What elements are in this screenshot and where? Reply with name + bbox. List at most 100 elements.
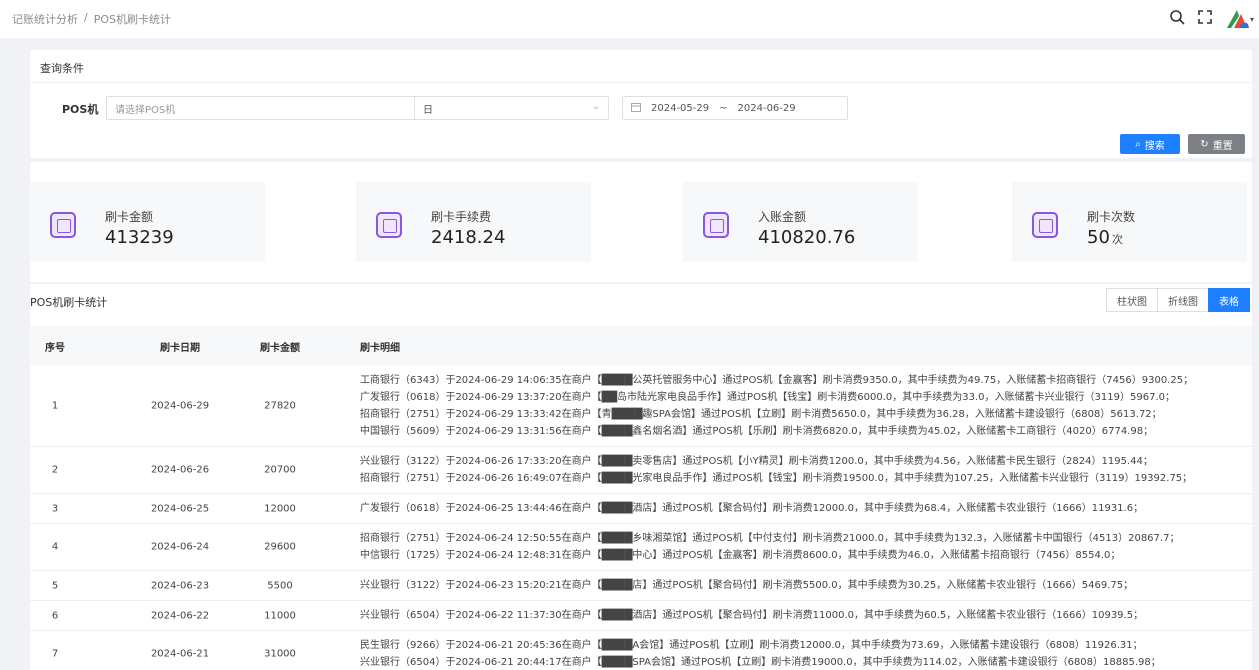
table-row: 3 2024-06-25 12000 广发银行（0618）于2024-06-25 13… xyxy=(30,494,1252,524)
reset-button[interactable]: ↻ 重置 xyxy=(1188,134,1245,154)
detail-line: 中信银行（1725）于2024-06-24 12:48:31在商户【████中心… xyxy=(360,550,1121,561)
detail-line: 招商银行（2751）于2024-06-29 13:33:42在商户【青████趣… xyxy=(360,409,1162,420)
search-icon[interactable] xyxy=(1169,9,1185,29)
card-swipe-icon xyxy=(1032,212,1058,238)
table-header: 序号 刷卡日期 刷卡金额 刷卡明细 xyxy=(30,326,1252,366)
row-index: 2 xyxy=(51,464,59,476)
header-amount: 刷卡金额 xyxy=(260,342,300,354)
view-tabs: 柱状图 折线图 表格 xyxy=(1106,288,1250,312)
stat-card-amount: 刷卡金额 413239 xyxy=(30,182,265,262)
calendar-icon xyxy=(631,102,641,115)
stat-card-count: 刷卡次数 50 次 xyxy=(1012,182,1247,262)
tab-bar-chart[interactable]: 柱状图 xyxy=(1106,288,1158,312)
search-button[interactable]: ⌕ 搜索 xyxy=(1120,134,1180,154)
stat-value: 413239 xyxy=(105,227,176,248)
breadcrumb: 记账统计分析 / POS机刷卡统计 xyxy=(12,11,171,27)
stat-unit: 次 xyxy=(1111,233,1123,246)
tab-line-chart[interactable]: 折线图 xyxy=(1157,288,1209,312)
card-swipe-icon xyxy=(50,212,76,238)
row-amount: 27820 xyxy=(264,400,296,412)
row-amount: 29600 xyxy=(264,541,296,553)
search-icon: ⌕ xyxy=(1135,138,1141,150)
pos-select-placeholder: 请选择POS机 xyxy=(115,104,176,116)
row-amount: 20700 xyxy=(264,464,296,476)
row-amount: 11000 xyxy=(264,610,296,621)
reset-button-label: 重置 xyxy=(1212,140,1233,152)
table-title: POS机刷卡统计 xyxy=(30,296,108,309)
row-index: 4 xyxy=(51,541,59,553)
user-avatar-logo-icon[interactable]: ▾ xyxy=(1225,8,1254,30)
stat-value: 50 次 xyxy=(1087,227,1123,248)
stat-number: 2418.24 xyxy=(431,227,506,248)
detail-line: 中国银行（5609）于2024-06-29 13:31:56在商户【████鑫名… xyxy=(360,426,1154,437)
divider xyxy=(30,82,1252,83)
period-select-value: 日 xyxy=(423,104,433,116)
pos-filter-label: POS机 xyxy=(62,103,99,116)
detail-line: 兴业银行（6504）于2024-06-21 20:44:17在商户【████SP… xyxy=(360,657,1161,668)
refresh-icon: ↻ xyxy=(1200,138,1209,150)
card-swipe-icon xyxy=(376,212,402,238)
detail-line: 招商银行（2751）于2024-06-26 16:49:07在商户【████光家… xyxy=(360,473,1193,484)
detail-line: 兴业银行（6504）于2024-06-22 11:37:30在商户【████酒店… xyxy=(360,610,1144,621)
search-button-label: 搜索 xyxy=(1144,140,1165,152)
row-index: 7 xyxy=(51,648,59,660)
fullscreen-icon[interactable] xyxy=(1197,9,1213,29)
chevron-down-icon: ⌄ xyxy=(591,101,600,112)
table-row: 2 2024-06-26 20700 兴业银行（3122）于2024-06-26 17… xyxy=(30,447,1252,494)
date-start[interactable]: 2024-05-29 xyxy=(651,103,709,114)
detail-line: 兴业银行（3122）于2024-06-23 15:20:21在商户【████店】… xyxy=(360,580,1134,591)
stats-panel: 刷卡金额 413239 刷卡手续费 2418.24 入账金额 410820.76… xyxy=(30,162,1252,282)
row-amount: 5500 xyxy=(267,580,293,591)
table-panel: POS机刷卡统计 柱状图 折线图 表格 序号 刷卡日期 刷卡金额 刷卡明细 12… xyxy=(30,284,1252,670)
breadcrumb-current: POS机刷卡统计 xyxy=(93,13,171,26)
row-detail: 兴业银行（3122）于2024-06-26 17:33:20在商户【████卖零… xyxy=(360,447,1250,493)
header-detail: 刷卡明细 xyxy=(360,342,400,354)
stat-card-fee: 刷卡手续费 2418.24 xyxy=(356,182,591,262)
stat-number: 413239 xyxy=(105,227,174,248)
stat-number: 410820.76 xyxy=(758,227,856,248)
date-range-separator: ~ xyxy=(719,102,728,114)
stat-card-income: 入账金额 410820.76 xyxy=(683,182,918,262)
row-index: 3 xyxy=(51,503,59,514)
card-swipe-icon xyxy=(703,212,729,238)
svg-text:▾: ▾ xyxy=(1250,15,1254,24)
row-detail: 民生银行（9266）于2024-06-21 20:45:36在商户【████A会… xyxy=(360,631,1250,670)
row-index: 6 xyxy=(51,610,59,621)
query-panel-title: 查询条件 xyxy=(40,62,84,75)
detail-line: 广发银行（0618）于2024-06-29 13:37:20在商户【██岛市陆光… xyxy=(360,392,1175,403)
table-row: 7 2024-06-21 31000 民生银行（9266）于2024-06-21 20… xyxy=(30,631,1252,670)
row-amount: 12000 xyxy=(264,503,296,514)
stat-label: 刷卡次数 xyxy=(1087,210,1136,224)
table-body: 1 2024-06-29 27820 工商银行（6343）于2024-06-29 14… xyxy=(30,366,1252,670)
query-panel: 查询条件 POS机 请选择POS机 ⌄ 日 ⌄ 2024-05-29 ~ 202… xyxy=(30,50,1252,158)
stat-value: 2418.24 xyxy=(431,227,507,248)
row-detail: 广发银行（0618）于2024-06-25 13:44:46在商户【████酒店… xyxy=(360,494,1250,523)
date-end[interactable]: 2024-06-29 xyxy=(738,103,796,114)
breadcrumb-separator: / xyxy=(84,11,88,24)
stat-label: 刷卡金额 xyxy=(105,210,154,224)
row-detail: 兴业银行（6504）于2024-06-22 11:37:30在商户【████酒店… xyxy=(360,601,1250,630)
row-index: 1 xyxy=(51,400,59,412)
header-index: 序号 xyxy=(45,342,65,354)
tab-table[interactable]: 表格 xyxy=(1208,288,1250,312)
period-select[interactable]: 日 ⌄ xyxy=(414,96,609,120)
row-detail: 工商银行（6343）于2024-06-29 14:06:35在商户【████公英… xyxy=(360,366,1250,446)
breadcrumb-parent[interactable]: 记账统计分析 xyxy=(12,11,78,27)
table-row: 5 2024-06-23 5500 兴业银行（3122）于2024-06-23 15:… xyxy=(30,571,1252,601)
row-index: 5 xyxy=(51,580,59,591)
stat-label: 刷卡手续费 xyxy=(431,210,492,224)
pos-select[interactable]: 请选择POS机 ⌄ xyxy=(106,96,431,120)
table-row: 4 2024-06-24 29600 招商银行（2751）于2024-06-24 12… xyxy=(30,524,1252,571)
row-amount: 31000 xyxy=(264,648,296,660)
detail-line: 兴业银行（3122）于2024-06-26 17:33:20在商户【████卖零… xyxy=(360,456,1153,467)
detail-line: 民生银行（9266）于2024-06-21 20:45:36在商户【████A会… xyxy=(360,640,1143,651)
row-detail: 招商银行（2751）于2024-06-24 12:50:55在商户【████乡味… xyxy=(360,524,1250,570)
stat-number: 50 xyxy=(1087,227,1110,248)
table-row: 6 2024-06-22 11000 兴业银行（6504）于2024-06-22 11… xyxy=(30,601,1252,631)
stat-label: 入账金额 xyxy=(758,210,807,224)
detail-line: 招商银行（2751）于2024-06-24 12:50:55在商户【████乡味… xyxy=(360,533,1180,544)
top-bar: 记账统计分析 / POS机刷卡统计 ▾ xyxy=(0,0,1259,38)
date-range-picker[interactable]: 2024-05-29 ~ 2024-06-29 xyxy=(622,96,848,120)
detail-line: 工商银行（6343）于2024-06-29 14:06:35在商户【████公英… xyxy=(360,375,1194,386)
detail-line: 广发银行（0618）于2024-06-25 13:44:46在商户【████酒店… xyxy=(360,503,1144,514)
